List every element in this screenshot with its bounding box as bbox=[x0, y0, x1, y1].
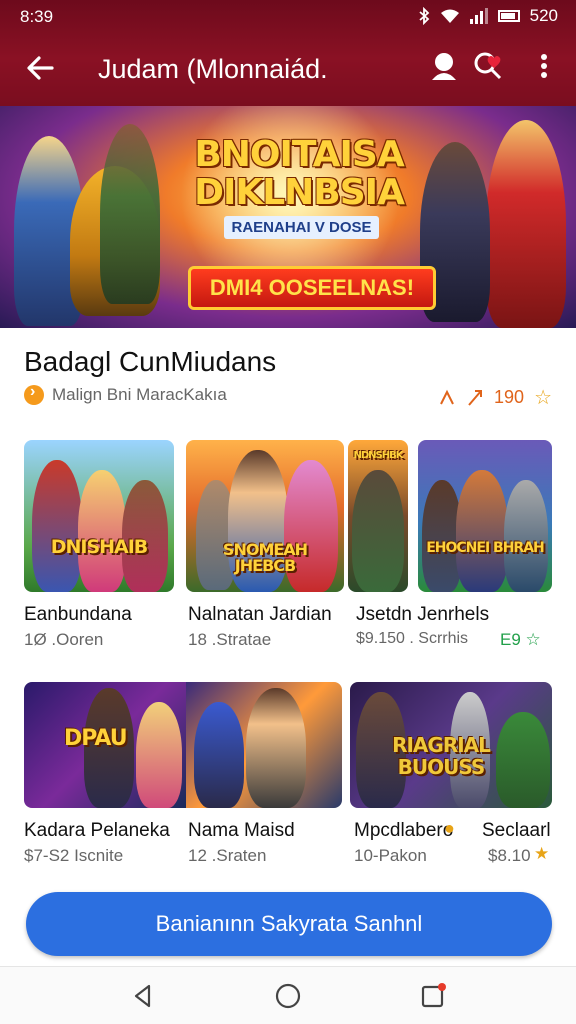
banner-cta-button[interactable]: DMI4 OOSEELNAS! bbox=[188, 266, 436, 310]
game-title: Eanbundana bbox=[24, 604, 132, 625]
game-subtitle: $7-S2 Iscnite bbox=[24, 846, 124, 865]
status-bar: 8:39 520 bbox=[0, 0, 576, 34]
game-thumbnail: NDNSHBK bbox=[348, 440, 408, 592]
more-vert-icon[interactable] bbox=[526, 48, 562, 84]
heart-icon[interactable] bbox=[470, 48, 506, 84]
thumb-character bbox=[136, 702, 182, 808]
thumb-character bbox=[78, 470, 126, 592]
star-icon: ☆ bbox=[534, 387, 552, 409]
battery-icon bbox=[497, 10, 520, 22]
game-subtitle: 10-Pakon bbox=[354, 846, 427, 865]
nav-recents-icon[interactable] bbox=[418, 981, 448, 1011]
game-subtitle: 18 .Stratae bbox=[188, 630, 272, 649]
nav-back-icon[interactable] bbox=[128, 981, 158, 1011]
game-subtitle: 12 .Sraten bbox=[188, 846, 267, 865]
bluetooth-icon bbox=[419, 7, 429, 25]
game-thumbnail: RIAGRIAL BUOUSS bbox=[350, 682, 552, 808]
screen: 8:39 520 Judam (Mlonnaiád. BNOITAISA DIK… bbox=[0, 0, 576, 1024]
game-title: Seclaarl bbox=[482, 820, 551, 841]
game-card[interactable]: DPAU Kadara Pelaneka $7-S2 Iscnite bbox=[24, 682, 186, 868]
thumb-logo: EHOCNEI BHRAH bbox=[426, 540, 545, 556]
thumb-character bbox=[32, 460, 82, 592]
rating-value: E9 bbox=[500, 630, 521, 649]
coin-icon: ● bbox=[444, 818, 455, 838]
status-icons: 520 bbox=[418, 6, 558, 26]
status-time: 8:39 bbox=[20, 7, 54, 26]
game-title: Mpcdlabero bbox=[354, 820, 454, 841]
developer-badge-icon bbox=[24, 383, 44, 405]
game-thumbnail: DNISHAIB bbox=[24, 440, 174, 592]
primary-action-button[interactable]: Banianınn Sakyrata Sanhnl bbox=[26, 892, 552, 956]
section-meta: Malign Bni MaracKakıa bbox=[24, 383, 227, 405]
thumb-logo: DNISHAIB bbox=[50, 536, 149, 558]
signal-icon bbox=[469, 8, 488, 24]
thumb-character bbox=[456, 470, 508, 592]
page-title: Judam (Mlonnaiád. bbox=[98, 54, 328, 84]
game-thumbnail: DPAU bbox=[24, 682, 186, 808]
game-title: Kadara Pelaneka bbox=[24, 820, 170, 841]
share-icon[interactable] bbox=[438, 389, 456, 407]
section-title: Badagl CunMiudans bbox=[24, 346, 277, 377]
system-nav-bar bbox=[0, 966, 576, 1024]
section-rating: 190 ☆ bbox=[438, 385, 552, 410]
top-bar: 8:39 520 Judam (Mlonnaiád. bbox=[0, 0, 576, 106]
battery-level: 520 bbox=[529, 6, 558, 25]
thumb-character bbox=[246, 688, 306, 808]
game-subtitle: $9.150 . Scrrhis bbox=[356, 630, 469, 647]
game-subtitle: 1Ø .Ooren bbox=[24, 630, 104, 649]
thumb-logo: DPAU bbox=[64, 726, 128, 751]
game-title: Nama Maisd bbox=[188, 820, 295, 841]
game-thumbnail bbox=[186, 682, 342, 808]
promo-banner[interactable]: BNOITAISA DIKLNBSIA RAENAHAI V DOSE DMI4… bbox=[0, 106, 576, 328]
rating-value: 190 bbox=[494, 387, 525, 407]
game-card[interactable]: NDNSHBK bbox=[348, 440, 408, 592]
game-card[interactable]: EHOCNEI BHRAH bbox=[418, 440, 552, 592]
thumb-logo: SNOMEAH JHEBCB bbox=[222, 540, 308, 575]
game-thumbnail: SNOMEAH JHEBCB bbox=[186, 440, 344, 592]
bookmark-icon[interactable] bbox=[466, 389, 484, 407]
game-card[interactable]: SNOMEAH JHEBCB Nalnatan Jardian 18 .Stra… bbox=[186, 440, 344, 652]
game-thumbnail: EHOCNEI BHRAH bbox=[418, 440, 552, 592]
app-bar: Judam (Mlonnaiád. bbox=[0, 34, 576, 106]
banner-hero-left3 bbox=[100, 124, 160, 304]
game-card[interactable]: DNISHAIB Eanbundana 1Ø .Ooren bbox=[24, 440, 174, 652]
thumb-character bbox=[504, 480, 548, 592]
star-icon: ★ bbox=[534, 844, 550, 863]
game-rating: E9 ☆ bbox=[500, 630, 541, 649]
back-arrow-icon[interactable] bbox=[22, 50, 58, 86]
thumb-logo: RIAGRIAL BUOUSS bbox=[392, 733, 491, 779]
thumb-character bbox=[194, 702, 244, 808]
thumb-logo: NDNSHBK bbox=[353, 450, 404, 461]
wifi-icon bbox=[440, 9, 459, 23]
profile-icon[interactable] bbox=[426, 48, 462, 84]
game-card[interactable]: Nama Maisd 12 .Sraten bbox=[186, 682, 342, 868]
game-title: Jsetdn Jenrhels bbox=[356, 604, 490, 625]
game-subtitle: $8.10 bbox=[488, 846, 531, 865]
game-card[interactable]: RIAGRIAL BUOUSS Mpcdlabero ● 10-Pakon Se… bbox=[350, 682, 552, 868]
game-title: Nalnatan Jardian bbox=[188, 604, 332, 625]
banner-hero-right bbox=[486, 120, 566, 328]
banner-title: BNOITAISA DIKLNBSIA bbox=[194, 134, 405, 213]
section-meta-text: Malign Bni MaracKakıa bbox=[52, 385, 227, 404]
thumb-character bbox=[352, 470, 404, 592]
nav-home-icon[interactable] bbox=[273, 981, 303, 1011]
banner-subtitle: RAENAHAI V DOSE bbox=[224, 216, 379, 239]
